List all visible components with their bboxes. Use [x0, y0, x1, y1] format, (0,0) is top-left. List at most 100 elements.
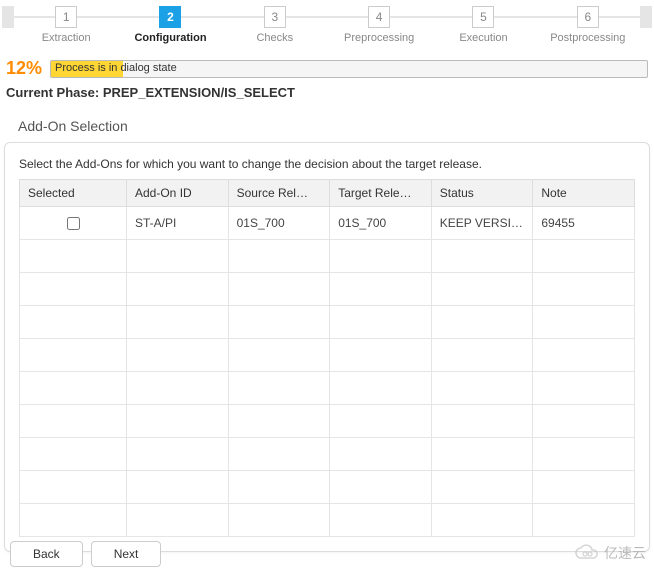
col-source-release[interactable]: Source Rel…: [228, 180, 330, 207]
step-preprocessing[interactable]: 4 Preprocessing: [327, 6, 431, 44]
table-row[interactable]: [20, 240, 635, 273]
col-target-release[interactable]: Target Rele…: [330, 180, 432, 207]
cell-empty: [431, 240, 533, 273]
table-row[interactable]: [20, 339, 635, 372]
cell-empty: [228, 240, 330, 273]
cell-empty: [330, 339, 432, 372]
cell-status: KEEP VERSI…: [431, 207, 533, 240]
cell-empty: [533, 240, 635, 273]
cell-empty: [127, 273, 229, 306]
cell-empty: [20, 339, 127, 372]
step-label: Execution: [431, 32, 535, 44]
table-row[interactable]: [20, 306, 635, 339]
phase-value: PREP_EXTENSION/IS_SELECT: [103, 85, 295, 100]
step-label: Extraction: [14, 32, 118, 44]
wizard-stepper: 1 Extraction2Configuration3Checks 4 Preproc…: [0, 0, 654, 48]
cell-empty: [127, 240, 229, 273]
step-number: 2: [159, 6, 181, 28]
cell-empty: [533, 372, 635, 405]
cell-empty: [20, 240, 127, 273]
cell-empty: [431, 273, 533, 306]
step-number: 4: [368, 6, 390, 28]
col-status[interactable]: Status: [431, 180, 533, 207]
section-title: Add-On Selection: [0, 108, 654, 142]
col-addon-id[interactable]: Add-On ID: [127, 180, 229, 207]
button-row: Back Next: [10, 541, 161, 567]
table-row[interactable]: [20, 438, 635, 471]
cell-empty: [431, 372, 533, 405]
step-extraction[interactable]: 1 Extraction: [14, 6, 118, 44]
stepper-right-edge: [640, 6, 652, 28]
cell-empty: [330, 306, 432, 339]
cell-empty: [228, 405, 330, 438]
cell-empty: [533, 273, 635, 306]
back-button[interactable]: Back: [10, 541, 83, 567]
table-row[interactable]: [20, 405, 635, 438]
cell-empty: [127, 405, 229, 438]
addon-selection-frame: Select the Add-Ons for which you want to…: [4, 142, 650, 552]
cell-empty: [330, 504, 432, 537]
cell-empty: [431, 405, 533, 438]
cell-empty: [330, 372, 432, 405]
cell-note: 69455: [533, 207, 635, 240]
table-row[interactable]: [20, 504, 635, 537]
table-row[interactable]: [20, 471, 635, 504]
cell-empty: [330, 240, 432, 273]
step-number: 1: [55, 6, 77, 28]
watermark: 亿速云: [574, 543, 646, 563]
addon-table: Selected Add-On ID Source Rel… Target Re…: [19, 179, 635, 537]
cell-empty: [127, 306, 229, 339]
step-number: 6: [577, 6, 599, 28]
cell-empty: [228, 306, 330, 339]
frame-message: Select the Add-Ons for which you want to…: [19, 157, 635, 171]
step-number: 5: [472, 6, 494, 28]
cell-source: 01S_700: [228, 207, 330, 240]
step-execution[interactable]: 5 Execution: [431, 6, 535, 44]
current-phase: Current Phase: PREP_EXTENSION/IS_SELECT: [0, 81, 654, 108]
table-row[interactable]: [20, 273, 635, 306]
cloud-icon: [574, 544, 600, 562]
stepper-left-edge: [2, 6, 14, 28]
cell-empty: [127, 339, 229, 372]
table-row[interactable]: [20, 372, 635, 405]
cell-empty: [20, 471, 127, 504]
cell-empty: [20, 504, 127, 537]
cell-empty: [431, 438, 533, 471]
row-checkbox[interactable]: [67, 217, 80, 230]
cell-empty: [228, 504, 330, 537]
cell-empty: [533, 339, 635, 372]
progress-status-text: Process is in dialog state: [55, 62, 177, 74]
table-header-row: Selected Add-On ID Source Rel… Target Re…: [20, 180, 635, 207]
cell-empty: [431, 306, 533, 339]
progress-percent: 12%: [6, 58, 42, 79]
col-selected[interactable]: Selected: [20, 180, 127, 207]
cell-empty: [127, 504, 229, 537]
step-label: Postprocessing: [536, 32, 640, 44]
cell-empty: [228, 372, 330, 405]
cell-empty: [533, 405, 635, 438]
next-button[interactable]: Next: [91, 541, 162, 567]
cell-empty: [431, 471, 533, 504]
cell-empty: [20, 405, 127, 438]
cell-empty: [533, 306, 635, 339]
cell-empty: [127, 471, 229, 504]
step-configuration[interactable]: 2Configuration: [118, 6, 222, 44]
cell-empty: [228, 471, 330, 504]
cell-empty: [330, 405, 432, 438]
step-checks[interactable]: 3Checks: [223, 6, 327, 44]
cell-empty: [20, 306, 127, 339]
cell-empty: [533, 471, 635, 504]
progress-bar: Process is in dialog state: [50, 60, 648, 78]
table-row[interactable]: ST-A/PI01S_70001S_700KEEP VERSI…69455: [20, 207, 635, 240]
step-postprocessing[interactable]: 6 Postprocessing: [536, 6, 640, 44]
cell-empty: [20, 273, 127, 306]
cell-addon-id: ST-A/PI: [127, 207, 229, 240]
cell-empty: [431, 339, 533, 372]
cell-selected[interactable]: [20, 207, 127, 240]
step-label: Checks: [223, 32, 327, 44]
cell-empty: [330, 273, 432, 306]
cell-target: 01S_700: [330, 207, 432, 240]
cell-empty: [330, 471, 432, 504]
col-note[interactable]: Note: [533, 180, 635, 207]
step-label: Preprocessing: [327, 32, 431, 44]
